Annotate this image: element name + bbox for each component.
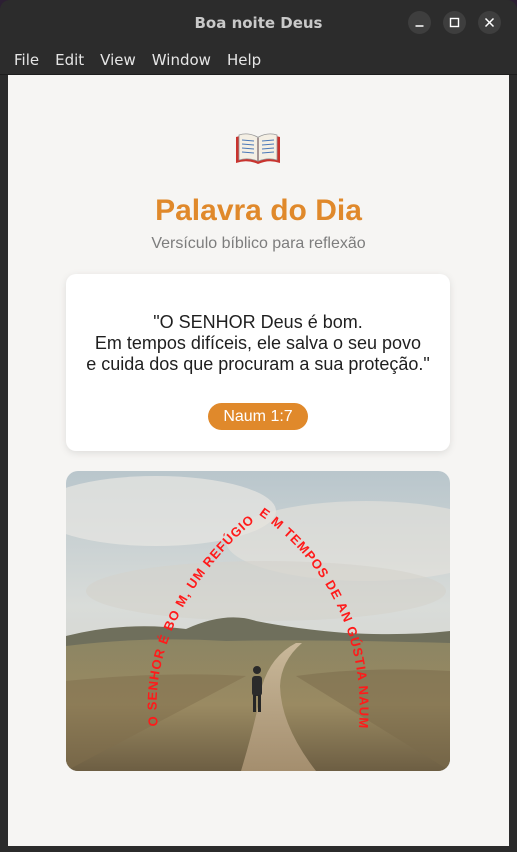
verse-card: "O SENHOR Deus é bom. Em tempos difíceis… xyxy=(66,274,450,451)
window-title: Boa noite Deus xyxy=(194,14,323,32)
menu-file[interactable]: File xyxy=(6,46,47,75)
app-window: Boa noite Deus File Edit View Window Hel… xyxy=(0,0,517,852)
menu-edit[interactable]: Edit xyxy=(47,46,92,75)
verse-line: "O SENHOR Deus é bom. xyxy=(153,312,363,332)
page-title: Palavra do Dia xyxy=(155,194,362,227)
verse-reference-badge[interactable]: Naum 1:7 xyxy=(208,403,308,430)
minimize-button[interactable] xyxy=(408,11,431,34)
minimize-icon xyxy=(415,25,424,27)
page-subtitle: Versículo bíblico para reflexão xyxy=(151,235,366,252)
maximize-icon xyxy=(449,17,460,28)
open-book-icon xyxy=(236,133,280,164)
landscape-photo: O SENHOR É BO M, UM REFÚGIO E M TEMPOS D… xyxy=(66,471,450,771)
verse-line: e cuida dos que procuram a sua proteção.… xyxy=(86,354,430,374)
verse-line: Em tempos difíceis, ele salva o seu povo xyxy=(94,333,422,353)
main-content: Palavra do Dia Versículo bíblico para re… xyxy=(8,75,509,846)
verse-text: "O SENHOR Deus é bom. Em tempos difíceis… xyxy=(66,312,450,375)
close-button[interactable] xyxy=(478,11,501,34)
title-bar[interactable]: Boa noite Deus xyxy=(0,0,517,46)
verse-image: O SENHOR É BO M, UM REFÚGIO E M TEMPOS D… xyxy=(66,471,450,771)
menu-window[interactable]: Window xyxy=(144,46,219,75)
maximize-button[interactable] xyxy=(443,11,466,34)
close-icon xyxy=(484,17,495,28)
menu-view[interactable]: View xyxy=(92,46,144,75)
menu-help[interactable]: Help xyxy=(219,46,269,75)
menu-bar: File Edit View Window Help xyxy=(0,46,517,75)
window-controls xyxy=(408,11,501,34)
